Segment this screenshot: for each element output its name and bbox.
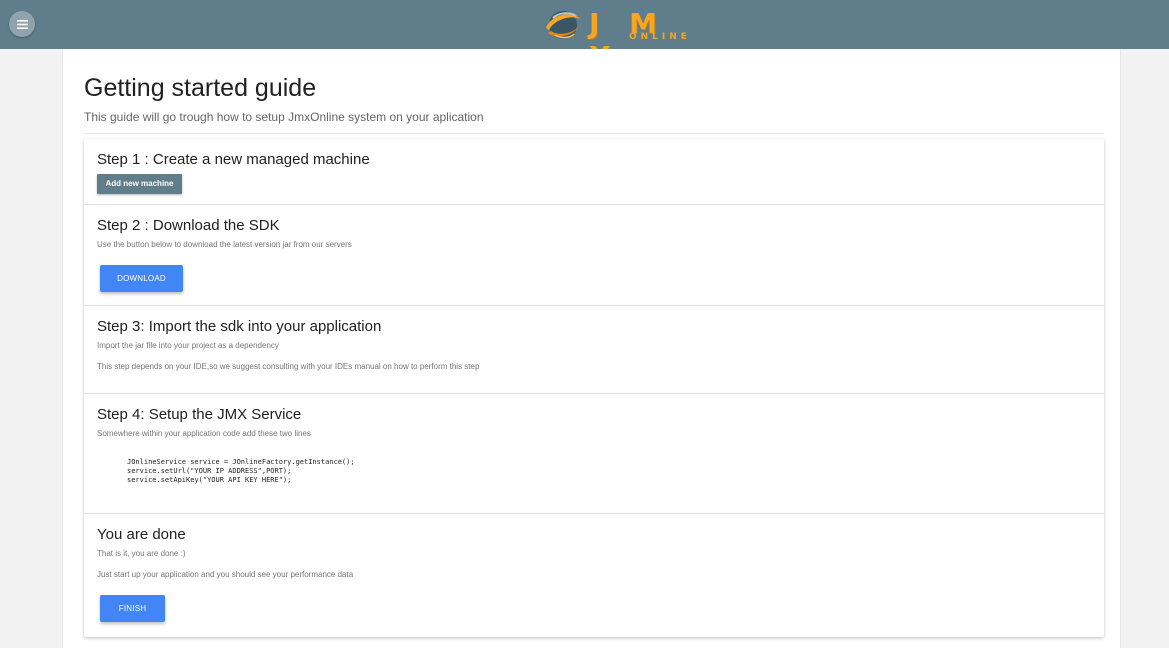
step-done: You are done That is it, you are done :)… xyxy=(84,514,1104,637)
step-title: Step 2 : Download the SDK xyxy=(97,217,280,234)
page-title: Getting started guide xyxy=(84,74,317,102)
step-1: Step 1 : Create a new managed machine Ad… xyxy=(84,139,1104,205)
globe-swirl-icon xyxy=(546,11,580,39)
download-button[interactable]: DOWNLOAD xyxy=(100,265,183,292)
step-title: Step 4: Setup the JMX Service xyxy=(97,406,302,423)
menu-button[interactable] xyxy=(9,11,35,37)
finish-button[interactable]: FINISH xyxy=(100,595,165,622)
main-content: Getting started guide This guide will go… xyxy=(62,49,1121,648)
step-4: Step 4: Setup the JMX Service Somewhere … xyxy=(84,394,1104,514)
step-title: Step 3: Import the sdk into your applica… xyxy=(97,318,382,335)
top-app-bar: J M X ONLINE xyxy=(0,0,1169,73)
page-subtitle: This guide will go trough how to setup J… xyxy=(84,110,484,124)
step-description: That is it, you are done :) xyxy=(97,549,186,558)
step-note: This step depends on your IDE,so we sugg… xyxy=(97,362,480,371)
step-title: You are done xyxy=(97,526,186,543)
add-new-machine-button[interactable]: Add new machine xyxy=(97,174,182,194)
step-2: Step 2 : Download the SDK Use the button… xyxy=(84,205,1104,306)
code-snippet: JOnlineService service = JOnlineFactory.… xyxy=(127,458,355,484)
step-description: Somewhere within your application code a… xyxy=(97,429,311,438)
logo-wordmark: J M X ONLINE xyxy=(589,6,699,73)
hamburger-menu-icon xyxy=(16,19,28,29)
step-description: Import the jar file into your project as… xyxy=(97,341,279,350)
title-divider xyxy=(84,133,1104,134)
step-description: Use the button below to download the lat… xyxy=(97,240,352,249)
steps-card: Step 1 : Create a new managed machine Ad… xyxy=(84,139,1104,637)
jmx-online-logo[interactable]: J M X ONLINE xyxy=(543,6,703,73)
step-3: Step 3: Import the sdk into your applica… xyxy=(84,306,1104,394)
logo-subtext: ONLINE xyxy=(629,32,691,42)
step-note: Just start up your application and you s… xyxy=(97,570,354,579)
step-title: Step 1 : Create a new managed machine xyxy=(97,151,370,168)
